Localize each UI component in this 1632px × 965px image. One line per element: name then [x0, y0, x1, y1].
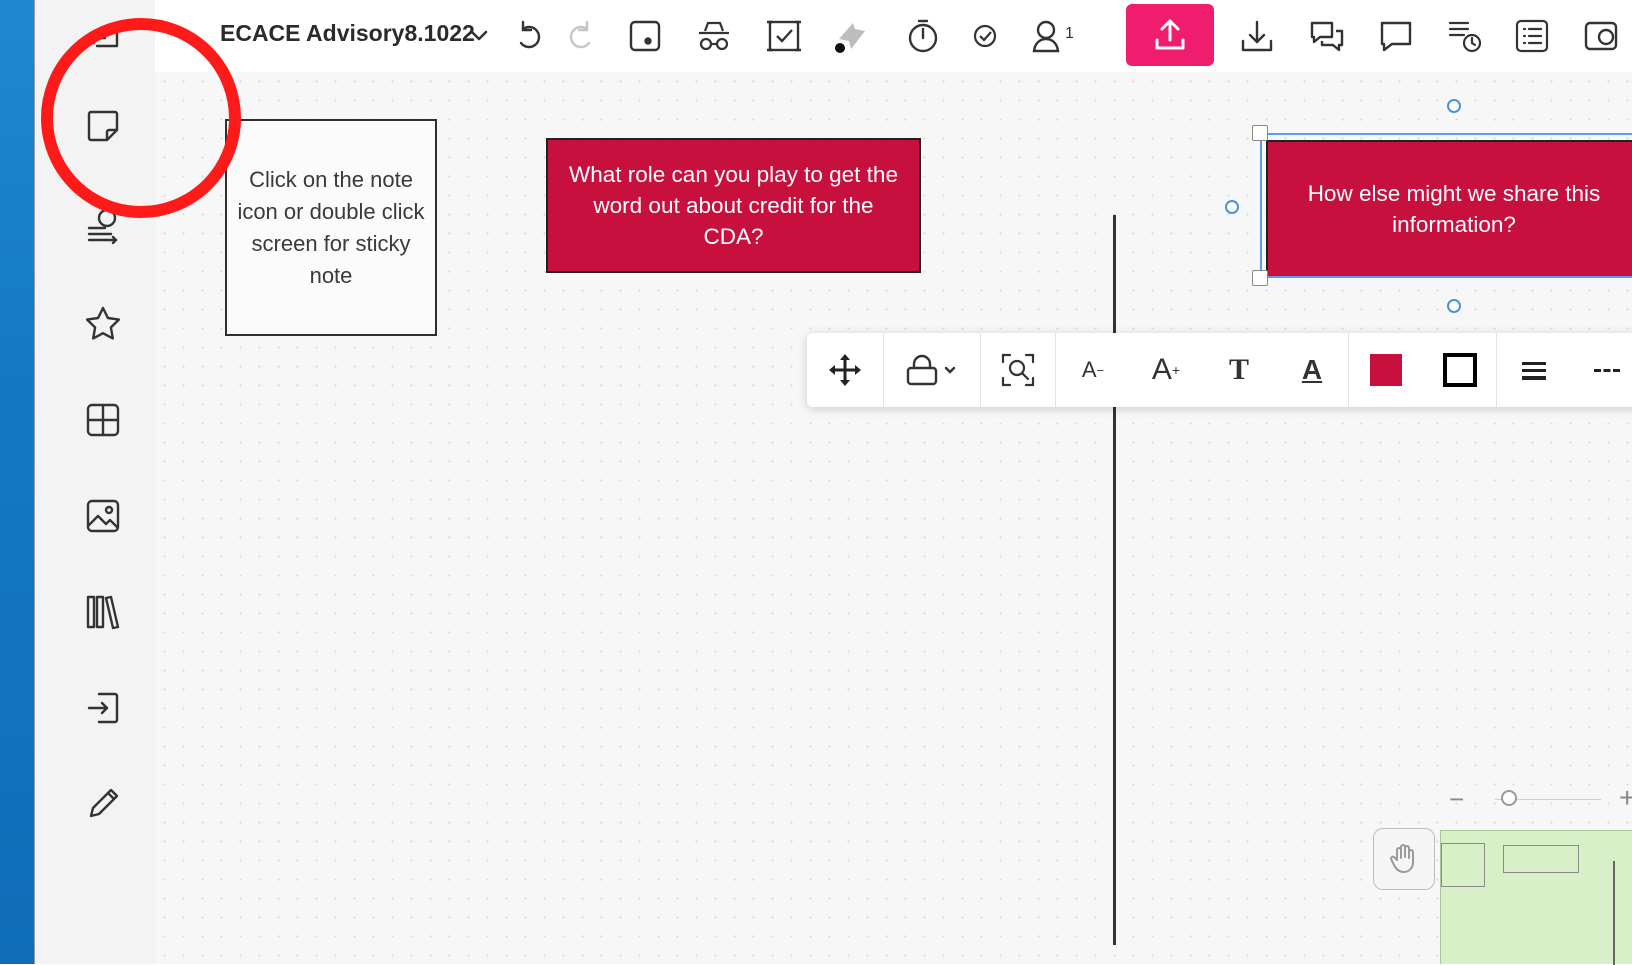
border-color-button[interactable] [1423, 333, 1496, 407]
text-color-button[interactable]: A [1276, 333, 1348, 407]
zoom-slider-thumb[interactable] [1501, 790, 1517, 806]
object-context-toolbar: A − A + T A [807, 333, 1632, 407]
border-style-icon[interactable] [1571, 333, 1632, 407]
move-icon[interactable] [807, 333, 883, 407]
vote-check-icon[interactable] [963, 14, 1007, 58]
border-color-swatch [1442, 353, 1477, 387]
connector-handle-bottom[interactable] [1447, 299, 1461, 313]
font-decrease-button[interactable]: A − [1056, 333, 1130, 407]
timer-icon[interactable] [901, 14, 945, 58]
exit-board-icon[interactable] [75, 8, 131, 64]
zoom-controls: − + [1449, 782, 1632, 815]
resize-handle-top-left[interactable] [1252, 125, 1268, 141]
lock-icon[interactable] [884, 333, 980, 407]
download-icon[interactable] [1235, 14, 1279, 58]
pan-hand-button[interactable] [1373, 828, 1435, 890]
sticky-note-icon[interactable] [75, 98, 131, 154]
star-icon[interactable] [75, 296, 131, 352]
resize-handle-bottom-left[interactable] [1252, 270, 1268, 286]
incognito-icon[interactable] [692, 14, 736, 58]
import-icon[interactable] [75, 680, 131, 736]
text-style-button[interactable]: T [1202, 333, 1276, 407]
top-toolbar: ECACE Advisory8.1022 1 [155, 0, 1632, 72]
whiteboard-app: ECACE Advisory8.1022 1 Click on the note… [34, 0, 1632, 965]
question-card-role[interactable]: What role can you play to get the word o… [546, 138, 921, 273]
chevron-down-icon[interactable] [465, 22, 493, 50]
minimap-item [1441, 843, 1485, 887]
minimap-item [1503, 845, 1579, 873]
zoom-out-button[interactable]: − [1449, 784, 1464, 815]
minimap-item [1613, 861, 1615, 965]
redo-icon[interactable] [558, 14, 602, 58]
pen-icon[interactable] [75, 776, 131, 832]
fill-color-swatch [1370, 354, 1402, 386]
vertical-divider-line[interactable] [1113, 215, 1116, 945]
collaborators-count: 1 [1065, 25, 1074, 42]
checkbox-icon[interactable] [762, 14, 806, 58]
upload-icon [1155, 19, 1185, 50]
zoom-in-button[interactable]: + [1619, 782, 1632, 814]
grid-template-icon[interactable] [75, 392, 131, 448]
minimap[interactable] [1440, 830, 1632, 965]
connector-handle-left[interactable] [1225, 200, 1239, 214]
library-icon[interactable] [75, 584, 131, 640]
comments-icon[interactable] [1305, 14, 1349, 58]
activity-icon[interactable] [1443, 14, 1487, 58]
fill-color-button[interactable] [1349, 333, 1423, 407]
board-title[interactable]: ECACE Advisory8.1022 [220, 20, 475, 47]
question-card-share[interactable]: How else might we share this information… [1266, 140, 1632, 278]
share-button[interactable] [1126, 4, 1214, 66]
outline-list-icon[interactable] [1510, 14, 1554, 58]
frame-icon[interactable] [623, 14, 667, 58]
undo-icon[interactable] [508, 14, 552, 58]
font-increase-button[interactable]: A + [1130, 333, 1202, 407]
shapes-text-icon[interactable] [75, 196, 131, 252]
chat-icon[interactable] [1374, 14, 1418, 58]
desktop-background [0, 0, 34, 964]
connector-handle-top[interactable] [1447, 99, 1461, 113]
hand-icon [1390, 844, 1414, 874]
image-icon[interactable] [75, 488, 131, 544]
present-icon[interactable] [1579, 14, 1623, 58]
laser-pointer-icon[interactable] [830, 14, 874, 58]
left-toolbar [34, 0, 156, 964]
border-width-icon[interactable] [1497, 333, 1571, 407]
zoom-to-object-icon[interactable] [981, 333, 1055, 407]
hint-sticky-note[interactable]: Click on the note icon or double click s… [225, 119, 437, 336]
